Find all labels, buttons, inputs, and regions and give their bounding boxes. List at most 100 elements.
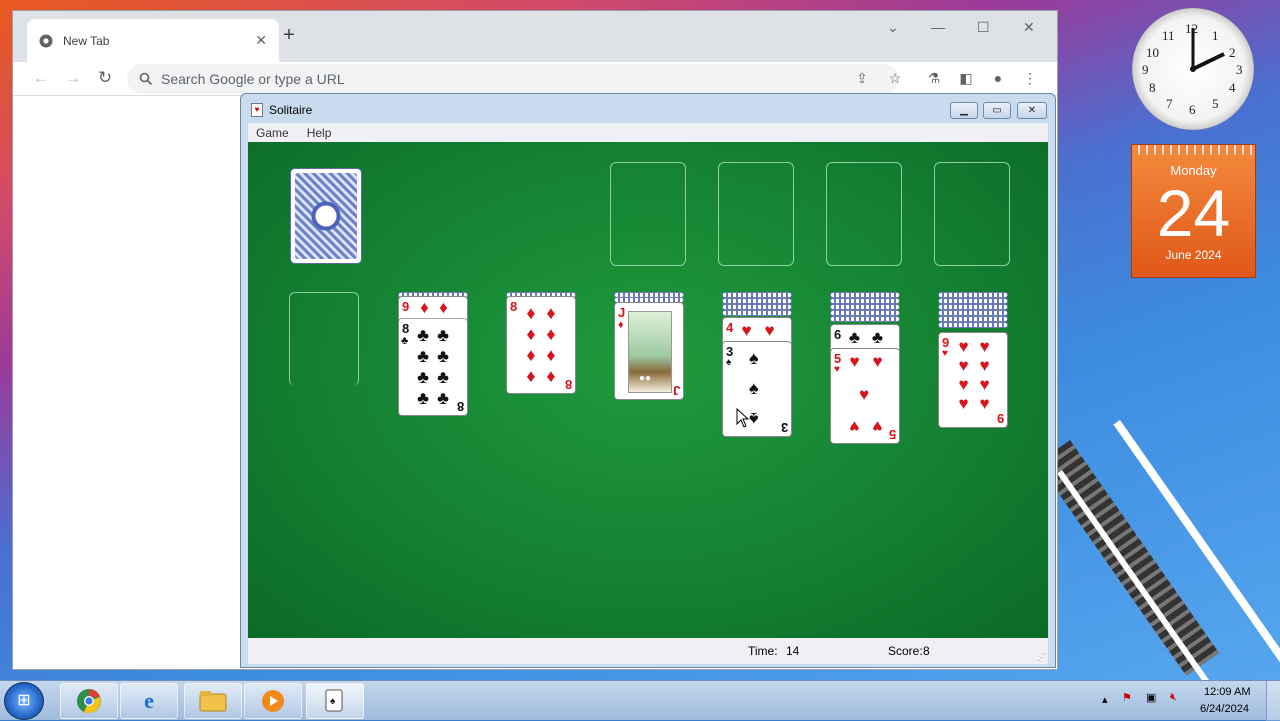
foundation-4[interactable] (934, 162, 1010, 266)
close-icon[interactable]: ✕ (1023, 19, 1035, 36)
start-button[interactable]: ⊞ (4, 682, 44, 720)
card-jack-diamonds[interactable]: J ♦ ●● J (614, 302, 684, 400)
card-rank-bottom: 8 (456, 399, 464, 414)
card-9-hearts[interactable]: 9 ♥ ♥ ♥ ♥ ♥ ♥ ♥ ♥ ♥ 9 (938, 332, 1008, 428)
card-rank-bottom: 8 (564, 377, 572, 392)
nest-eggs-icon: ●● (639, 373, 652, 384)
card-5-hearts[interactable]: 5 ♥ ♥ ♥ ♥ ♥ ♥ 5 (830, 348, 900, 444)
show-desktop-button[interactable] (1266, 681, 1280, 721)
spade-icon: ♠ (726, 357, 732, 368)
tray-date[interactable]: 6/24/2024 (1200, 703, 1249, 715)
card-rank: 6 (834, 327, 842, 342)
heart-pips: ♥ ♥ (741, 321, 775, 340)
maximize-button[interactable]: ▭ (983, 102, 1011, 119)
reload-icon[interactable]: ↻ (95, 68, 115, 88)
taskbar-solitaire-icon[interactable]: ♠ (306, 683, 364, 719)
profile-icon[interactable]: ● (989, 70, 1007, 86)
club-pips: ♣ ♣ (848, 328, 884, 347)
minimize-icon[interactable]: — (931, 19, 945, 35)
tray-time[interactable]: 12:09 AM (1204, 686, 1250, 698)
taskbar-ie-icon[interactable]: e (120, 683, 178, 719)
share-icon[interactable]: ⇪ (853, 70, 871, 87)
foundation-3[interactable] (826, 162, 902, 266)
card-rank: 4 (726, 320, 734, 335)
calendar-month: June 2024 (1165, 248, 1222, 262)
bookmark-star-icon[interactable]: ☆ (886, 70, 904, 87)
heart-pip: ♥ (859, 385, 870, 404)
heart-icon: ♥ (942, 348, 948, 359)
card-rank-bottom: 9 (996, 411, 1004, 426)
diamond-pips: ♦ ♦ ♦ ♦ ♦ ♦ ♦ ♦ (526, 303, 556, 386)
card-rank: 9 (402, 299, 410, 314)
card-rank-bottom: J (672, 383, 680, 398)
spade-pip: ♠ (749, 409, 759, 429)
club-pips: ♣ ♣ ♣ ♣ ♣ ♣ ♣ ♣ (417, 325, 449, 408)
diamond-icon: ♦ (618, 319, 624, 331)
tray-flag-icon[interactable]: ⚑ (1122, 691, 1132, 704)
search-icon (139, 72, 153, 86)
new-tab-plus-icon[interactable]: + (279, 25, 299, 46)
tab-strip: New Tab ✕ + ⌄ — ☐ ✕ (13, 11, 1057, 62)
tray-volume-muted-icon[interactable]: 🔇︎ (1170, 691, 1177, 704)
omnibox-placeholder: Search Google or type a URL (161, 71, 345, 87)
tray-network-icon[interactable]: ▣ (1146, 691, 1156, 704)
score-value: 8 (923, 644, 930, 658)
card-3-spades[interactable]: 3 ♠ ♠ ♠ ♠ 3 (722, 341, 792, 437)
foundation-2[interactable] (718, 162, 794, 266)
calendar-rings (1132, 145, 1255, 155)
calendar-gadget[interactable]: Monday 24 June 2024 (1131, 144, 1256, 278)
tab-new-tab[interactable]: New Tab ✕ (27, 19, 279, 62)
card-8-clubs[interactable]: 8 ♣ ♣ ♣ ♣ ♣ ♣ ♣ ♣ ♣ 8 (398, 318, 468, 416)
status-bar: Time: 14 Score: 8 ⋰ (248, 638, 1048, 664)
diamond-pips: ♦ ♦ (420, 298, 448, 317)
maximize-icon[interactable]: ☐ (977, 19, 990, 36)
time-label: Time: (748, 644, 778, 658)
jack-art-image: ●● (628, 311, 672, 393)
tab-search-chevron-icon[interactable]: ⌄ (887, 19, 899, 36)
forward-arrow-icon[interactable]: → (63, 68, 83, 88)
tab-label: New Tab (63, 33, 110, 48)
back-arrow-icon[interactable]: ← (31, 68, 51, 88)
menu-help[interactable]: Help (307, 126, 332, 140)
resize-grip-icon[interactable]: ⋰ (1037, 652, 1046, 663)
card-rank-bottom: 5 (888, 427, 896, 442)
foundation-1[interactable] (610, 162, 686, 266)
mouse-cursor-icon (736, 408, 750, 428)
taskbar-media-player-icon[interactable] (244, 683, 302, 719)
card-rank: J (618, 305, 626, 320)
tray-chevron-icon[interactable]: ▴ (1102, 693, 1108, 706)
spade-pip: ♠ (749, 348, 759, 368)
stock-pile[interactable] (290, 168, 362, 264)
calendar-date: 24 (1156, 176, 1231, 250)
clock-gadget[interactable]: 12 1 2 3 4 5 6 7 8 9 10 11 (1132, 8, 1254, 130)
taskbar: ⊞ e ♠ ▴ ⚑ ▣ 🔇︎ 12:09 AM 6/24/2024 (0, 680, 1280, 721)
side-panel-icon[interactable]: ◧ (957, 70, 975, 87)
taskbar-chrome-icon[interactable] (60, 683, 118, 719)
solitaire-window: ♥ Solitaire ▁ ▭ ✕ Game Help 9 ♦ ♦ 8 ♣ ♣ ♣ ♣… (240, 93, 1056, 668)
club-icon: ♣ (401, 335, 409, 347)
tableau-column-1-empty[interactable] (289, 292, 359, 386)
time-value: 14 (786, 644, 800, 658)
taskbar-explorer-folder-icon[interactable] (184, 683, 242, 719)
card-rank: 8 (510, 299, 518, 314)
close-button[interactable]: ✕ (1017, 102, 1047, 119)
chrome-logo-icon (39, 34, 53, 48)
menu-dots-icon[interactable]: ⋮ (1021, 70, 1039, 87)
card-back-pattern (295, 173, 357, 259)
face-down-card (830, 316, 900, 322)
tab-close-icon[interactable]: ✕ (255, 32, 267, 49)
spade-pip: ♠ (749, 378, 759, 398)
card-8-diamonds[interactable]: 8 ♦ ♦ ♦ ♦ ♦ ♦ ♦ ♦ 8 (506, 296, 576, 394)
heart-icon: ♥ (834, 364, 840, 375)
menu-game[interactable]: Game (256, 126, 289, 140)
svg-text:♠: ♠ (330, 696, 336, 707)
menu-bar: Game Help (248, 123, 1048, 142)
extensions-icon[interactable]: ⚗ (925, 70, 943, 87)
face-down-card (722, 310, 792, 316)
omnibox[interactable]: Search Google or type a URL (127, 64, 899, 94)
minimize-button[interactable]: ▁ (950, 102, 978, 119)
heart-pips: ♥ ♥ (849, 352, 883, 371)
card-rank-bottom: 3 (780, 420, 788, 435)
card-rank: 8 (402, 321, 410, 336)
game-board: 9 ♦ ♦ 8 ♣ ♣ ♣ ♣ ♣ ♣ ♣ ♣ ♣ 8 8 ♦ ♦ ♦ ♦ ♦ ♦ ♦ ♦ 8 J ♦ ●● … (248, 142, 1048, 638)
